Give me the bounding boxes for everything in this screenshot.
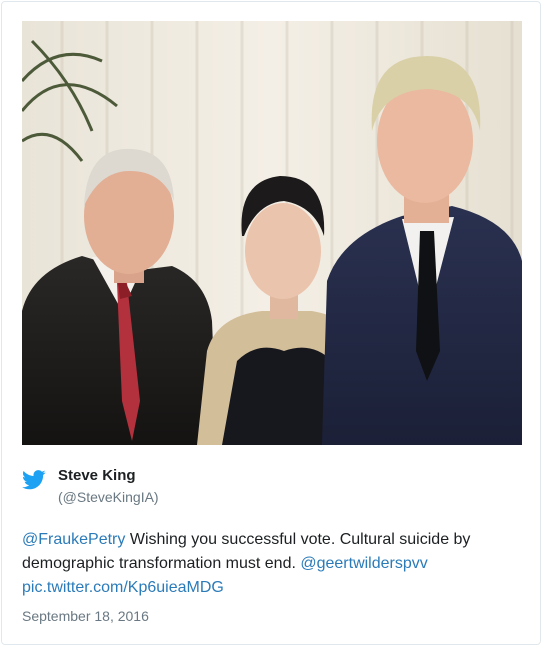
mention-fraukepetry[interactable]: @FraukePetry xyxy=(22,531,125,548)
mention-geertwilderspvv[interactable]: @geertwilderspvv xyxy=(300,555,427,572)
tweet-text: @FraukePetry Wishing you successful vote… xyxy=(22,528,512,600)
twitter-bird-icon[interactable] xyxy=(22,470,46,490)
tweet-photo[interactable] xyxy=(22,21,522,445)
embedded-tweet-card: Steve King (@SteveKingIA) @FraukePetry W… xyxy=(1,1,541,645)
tweet-photo-link[interactable]: pic.twitter.com/Kp6uieaMDG xyxy=(22,579,224,596)
author-name[interactable]: Steve King xyxy=(58,467,136,484)
tweet-photo-image xyxy=(22,21,522,445)
tweet-timestamp[interactable]: September 18, 2016 xyxy=(22,608,149,624)
author-handle[interactable]: (@SteveKingIA) xyxy=(58,489,159,505)
